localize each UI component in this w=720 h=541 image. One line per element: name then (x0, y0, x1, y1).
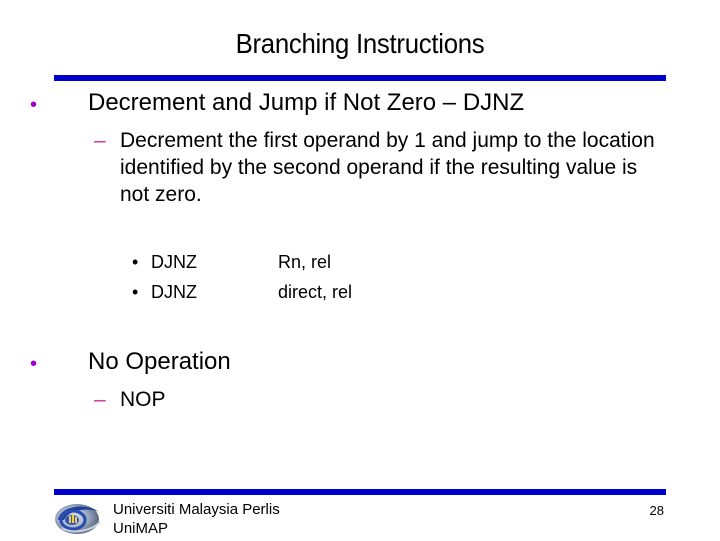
syntax-operands: Rn, rel (278, 252, 332, 272)
bullet-text: No Operation (88, 348, 231, 375)
slide-title: Branching Instructions (235, 28, 485, 59)
dash-icon: – (94, 388, 106, 411)
sub-bullet-text: NOP (120, 388, 166, 411)
bullet-icon: • (132, 282, 139, 302)
syntax-operands: direct, rel (278, 282, 353, 302)
bullet-text: Decrement and Jump if Not Zero – DJNZ (88, 89, 525, 116)
syntax-mnemonic: DJNZ (151, 252, 197, 272)
bullet-icon: • (30, 353, 38, 375)
page-number: 28 (649, 503, 664, 518)
title-divider (54, 75, 666, 81)
bullet-icon: • (30, 94, 38, 116)
footer-org-abbrev: UniMAP (113, 520, 169, 537)
dash-icon: – (94, 129, 106, 152)
footer-divider (54, 489, 666, 495)
unimap-logo-icon (52, 500, 106, 536)
bullet-icon: • (132, 252, 139, 272)
sub-bullet-text: Decrement the first operand by 1 and jum… (120, 129, 655, 206)
footer-organization: Universiti Malaysia Perlis UniMAP (113, 500, 280, 538)
footer-org-name: Universiti Malaysia Perlis (113, 501, 280, 518)
syntax-mnemonic: DJNZ (151, 282, 197, 302)
